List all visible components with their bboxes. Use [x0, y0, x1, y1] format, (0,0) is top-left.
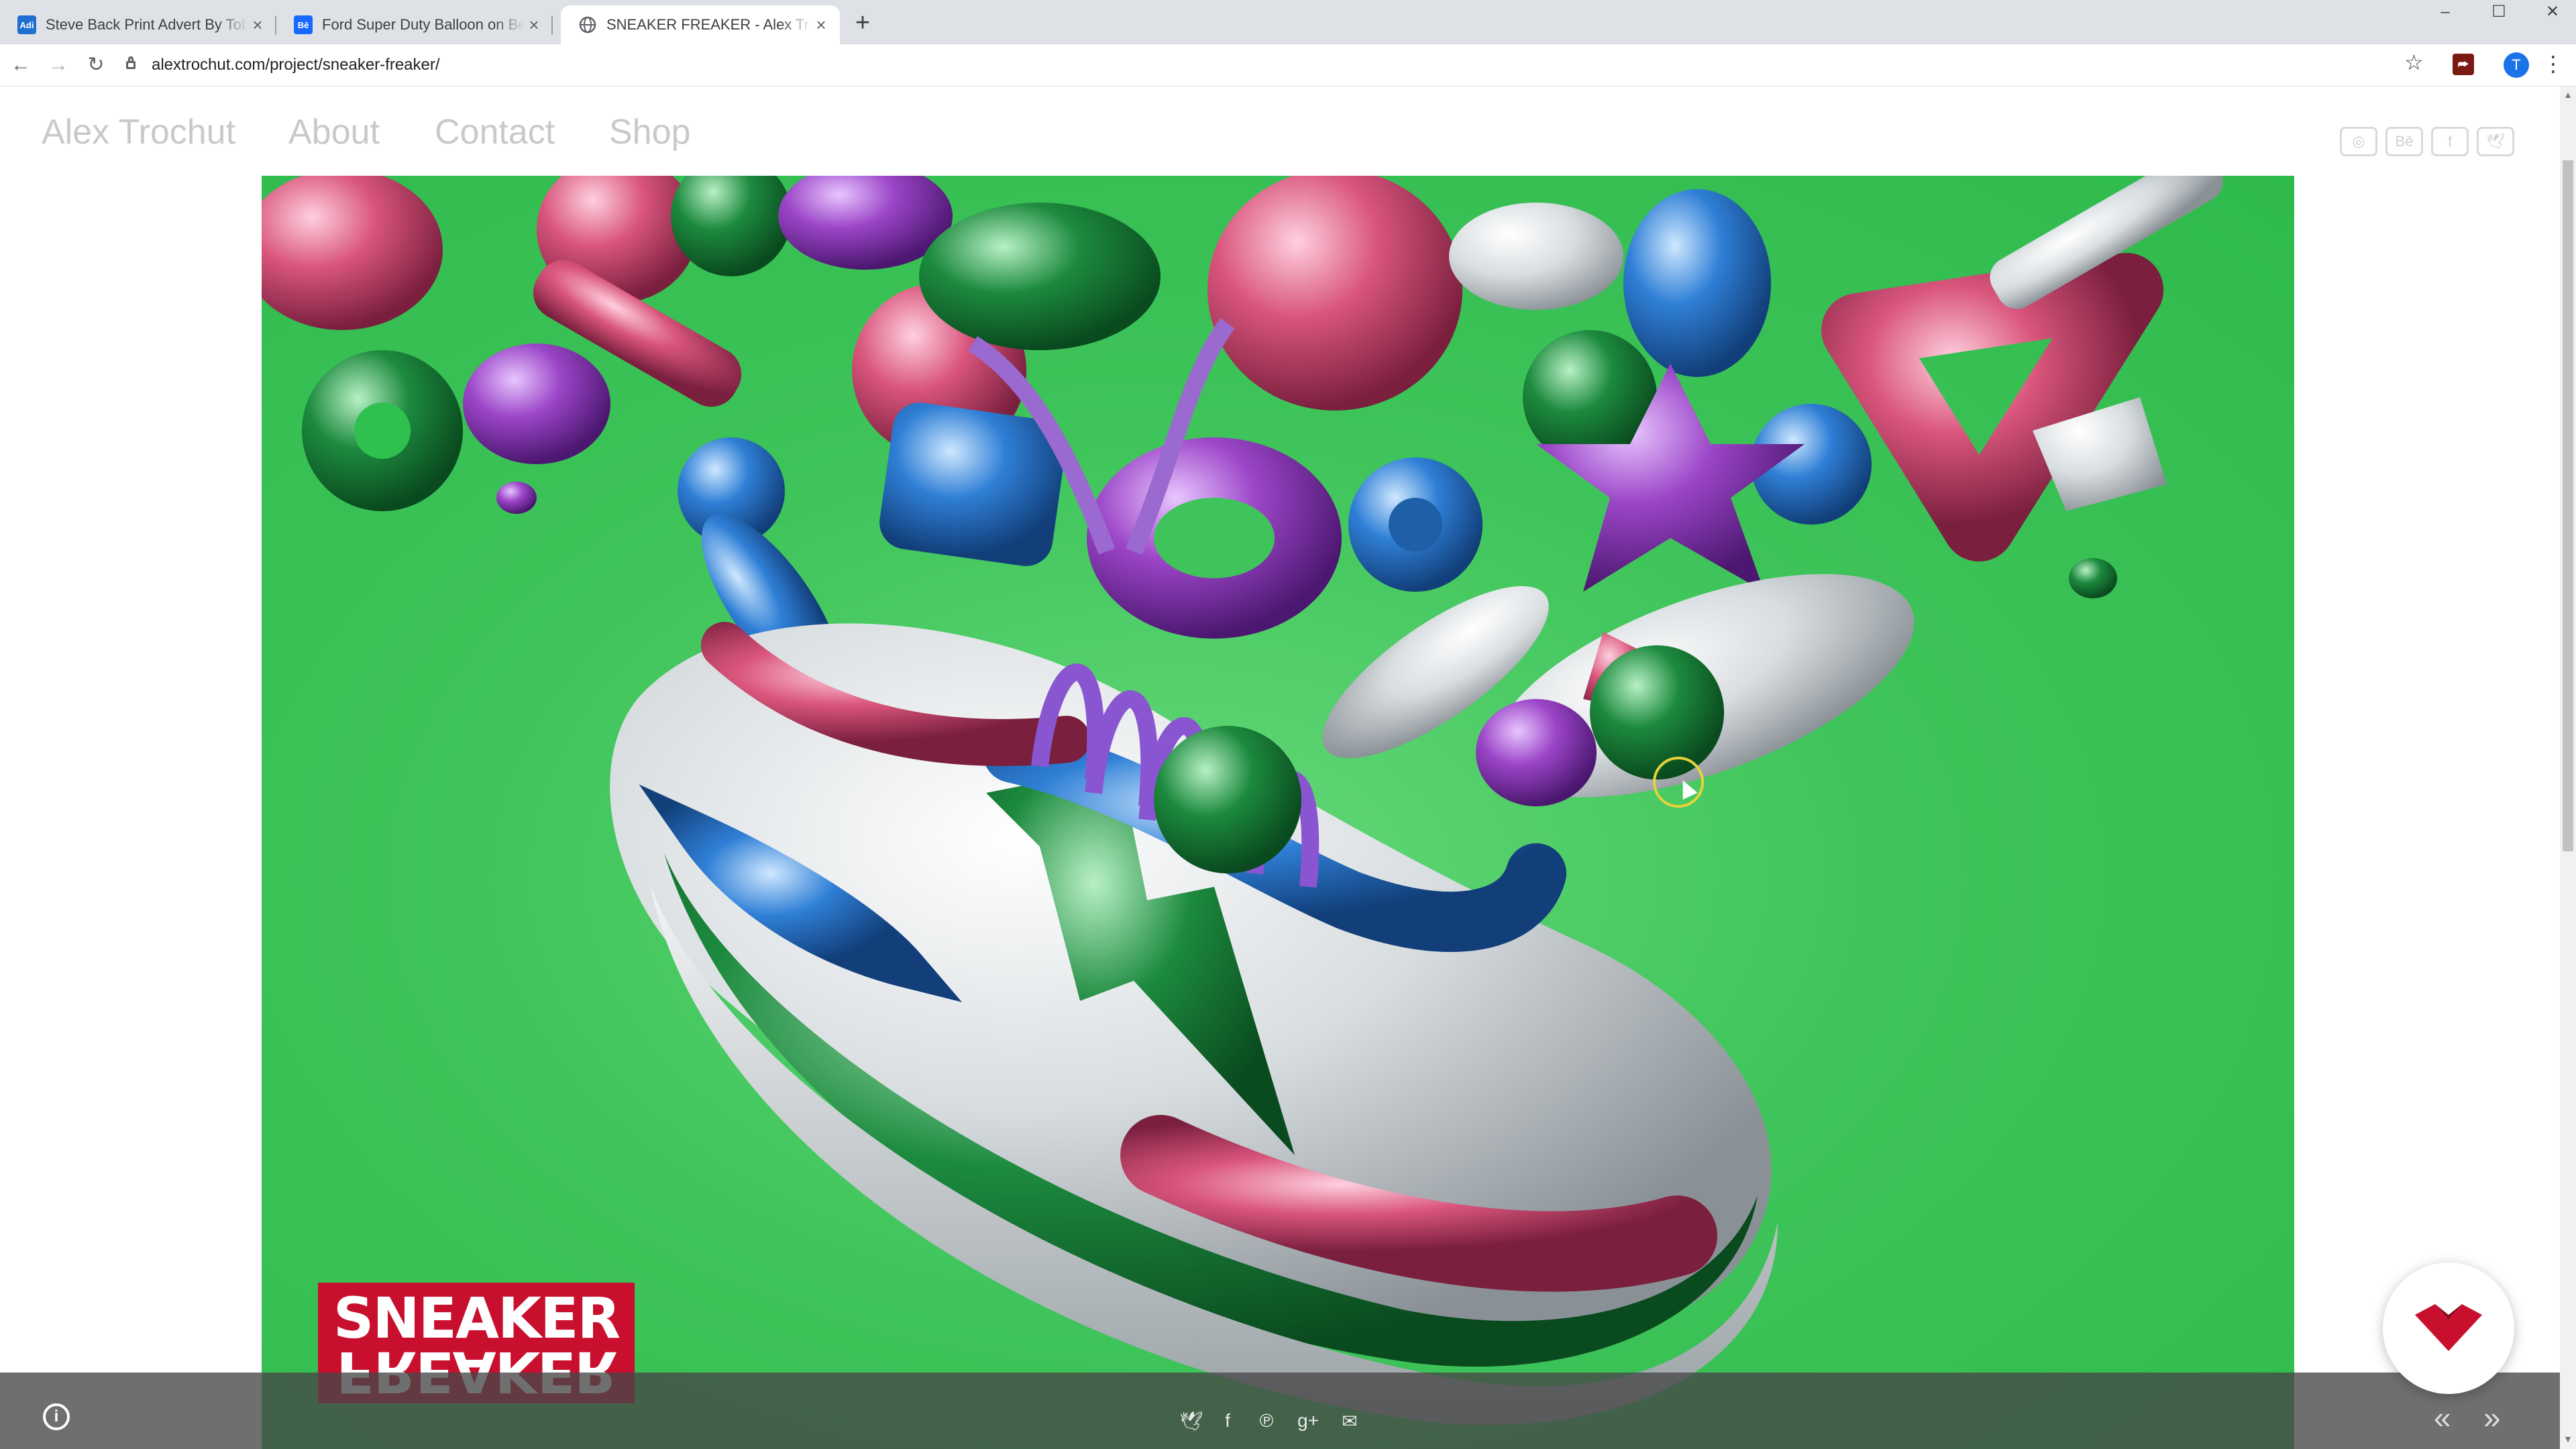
instagram-icon[interactable]: ◎ [2340, 127, 2377, 156]
lock-icon [126, 56, 136, 69]
project-artwork: SNEAKER FREAKER [262, 176, 2294, 1449]
twitter-share-icon[interactable]: 🕊 [1177, 1410, 1206, 1432]
address-bar[interactable]: alextrochut.com/project/sneaker-freaker/ [126, 50, 2394, 80]
sneaker-balloon-illustration [262, 176, 2223, 1426]
close-tab-icon[interactable]: × [525, 15, 543, 36]
facebook-share-icon[interactable]: f [1213, 1410, 1242, 1432]
tab-title: SNEAKER FREAKER - Alex Trochut [606, 16, 812, 33]
info-icon[interactable]: i [43, 1403, 70, 1430]
behance-icon[interactable]: Bē [2385, 127, 2423, 156]
scroll-down-icon[interactable]: ▼ [2560, 1434, 2576, 1444]
globe-icon [578, 15, 597, 34]
nav-shop[interactable]: Shop [609, 112, 690, 152]
profile-avatar[interactable]: T [2504, 52, 2529, 78]
url-text[interactable]: alextrochut.com/project/sneaker-freaker/ [152, 56, 440, 74]
minimize-icon[interactable]: – [2415, 0, 2475, 27]
maximize-icon[interactable]: ☐ [2469, 0, 2529, 27]
adobe-favicon-icon: Adi [17, 15, 36, 34]
forward-icon[interactable]: → [44, 51, 72, 79]
browser-menu-icon[interactable]: ⋮ [2542, 51, 2564, 76]
reload-icon[interactable]: ↻ [82, 51, 110, 79]
tab-ford-super-duty[interactable]: Bē Ford Super Duty Balloon on Beh × [276, 5, 553, 44]
next-project-icon[interactable]: » [2483, 1399, 2501, 1436]
email-share-icon[interactable]: ✉ [1335, 1410, 1364, 1432]
tab-sneaker-freaker[interactable]: SNEAKER FREAKER - Alex Trochut × [561, 5, 840, 44]
floating-brand-badge[interactable] [2383, 1263, 2514, 1394]
tab-title: Ford Super Duty Balloon on Beh [322, 16, 525, 33]
project-bottom-bar: i 🕊 f ℗ g+ ✉ « » [0, 1373, 2560, 1449]
browser-toolbar: ← → ↻ alextrochut.com/project/sneaker-fr… [0, 44, 2576, 87]
site-header: Alex Trochut About Contact Shop ◎ Bē f 🕊 [0, 87, 2560, 175]
tab-steve-back[interactable]: Adi Steve Back Print Advert By Toby × [0, 5, 276, 44]
page-scrollbar[interactable]: ▲ ▼ [2560, 87, 2576, 1449]
nav-about[interactable]: About [288, 112, 380, 152]
facebook-icon[interactable]: f [2431, 127, 2469, 156]
twitter-icon[interactable]: 🕊 [2477, 127, 2514, 156]
new-tab-button[interactable]: + [848, 8, 877, 38]
acrobat-extension-icon[interactable]: ⮫ [2453, 54, 2474, 75]
close-window-icon[interactable]: ✕ [2522, 0, 2576, 27]
red-heart-logo-icon [2415, 1304, 2482, 1351]
nav-contact[interactable]: Contact [435, 112, 555, 152]
close-tab-icon[interactable]: × [248, 15, 267, 36]
previous-project-icon[interactable]: « [2434, 1399, 2451, 1436]
scroll-up-icon[interactable]: ▲ [2560, 89, 2576, 100]
google-plus-share-icon[interactable]: g+ [1293, 1410, 1323, 1432]
scroll-thumb[interactable] [2563, 160, 2573, 851]
pinterest-share-icon[interactable]: ℗ [1252, 1410, 1281, 1432]
brand-link[interactable]: Alex Trochut [42, 112, 235, 152]
tab-strip: Adi Steve Back Print Advert By Toby × Bē… [0, 0, 2576, 44]
behance-favicon-icon: Bē [294, 15, 313, 34]
back-icon[interactable]: ← [7, 51, 35, 79]
bookmark-star-icon[interactable]: ☆ [2404, 50, 2424, 75]
tab-title: Steve Back Print Advert By Toby [46, 16, 248, 33]
close-tab-icon[interactable]: × [812, 15, 830, 36]
